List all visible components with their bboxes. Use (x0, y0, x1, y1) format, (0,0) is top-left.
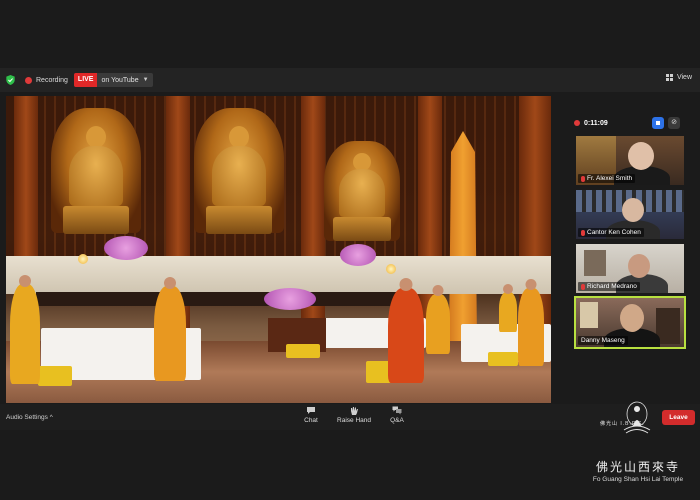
recording-dot-icon (25, 76, 32, 84)
altar-lamp (78, 254, 88, 264)
recording-label: Recording (36, 76, 68, 84)
flower-arrangement (104, 236, 148, 260)
participant-tile[interactable]: Fr. Alexei Smith (576, 136, 684, 185)
participant-name-label: Cantor Ken Cohen (578, 228, 644, 237)
muted-mic-icon (581, 283, 585, 290)
temple-name-english: Fo Guang Shan Hsi Lai Temple (592, 476, 684, 483)
shield-icon[interactable] (6, 75, 15, 85)
qa-button[interactable]: Q&A (377, 406, 417, 424)
monk-figure (10, 275, 40, 384)
monk-figure (518, 279, 544, 366)
participant-tile[interactable]: Cantor Ken Cohen (576, 190, 684, 239)
temple-watermark: 佛光山 I.B.P.S. 佛光山西來寺 Fo Guang Shan Hsi La… (582, 392, 694, 500)
participant-name-label: Danny Maseng (578, 336, 628, 345)
raise-hand-button[interactable]: Raise Hand (334, 406, 374, 424)
kneeling-cushion (286, 344, 320, 358)
main-video-stage[interactable] (6, 96, 551, 403)
recording-dot-icon (574, 120, 580, 126)
meeting-top-bar: Recording LIVE on YouTube ▼ View (0, 68, 700, 92)
kneeling-cushion (38, 366, 72, 386)
participant-tile[interactable]: Richard Medrano (576, 244, 684, 293)
stop-recording-button[interactable] (652, 117, 664, 129)
kneeling-cushion (488, 352, 518, 366)
live-badge: LIVE (73, 73, 98, 87)
altar-lamp (386, 264, 396, 274)
altar-shelf (36, 292, 396, 306)
top-dark-band (0, 0, 700, 68)
hand-icon (351, 407, 358, 415)
temple-logo-icon (623, 401, 651, 434)
muted-mic-icon (581, 175, 585, 182)
elapsed-time: 0:11:09 (584, 119, 608, 127)
active-speaker-tile[interactable]: Danny Maseng (574, 296, 686, 349)
participant-sidebar: 0:11:09 ⊘ Fr. Alexei Smith Cantor Ken Co… (566, 110, 692, 380)
chat-icon (307, 407, 315, 414)
buddha-statue (204, 121, 274, 241)
recording-timer: 0:11:09 ⊘ (574, 116, 692, 130)
hall-pillar (301, 96, 325, 351)
participant-name-label: Richard Medrano (578, 282, 640, 291)
qa-icon (392, 406, 402, 415)
grid-view-icon (665, 74, 673, 81)
view-button[interactable]: View (665, 74, 692, 81)
monk-figure (426, 285, 450, 354)
buddha-statue (331, 151, 393, 246)
mute-recording-button[interactable]: ⊘ (668, 117, 680, 129)
live-destination: on YouTube (101, 76, 139, 84)
monk-figure (154, 277, 186, 381)
flower-arrangement (264, 288, 316, 310)
audio-settings-button[interactable]: Audio Settings ^ (6, 414, 53, 421)
participant-name-label: Fr. Alexei Smith (578, 174, 636, 183)
chevron-up-icon: ^ (49, 414, 53, 421)
chevron-down-icon: ▼ (142, 77, 149, 83)
flower-arrangement (340, 244, 376, 266)
monk-figure (388, 278, 424, 383)
buddha-statue (61, 121, 131, 241)
monk-figure (499, 284, 517, 332)
live-stream-dropdown[interactable]: LIVE on YouTube ▼ (73, 73, 153, 87)
view-label: View (676, 74, 692, 81)
muted-mic-icon (581, 229, 585, 236)
chat-button[interactable]: Chat (291, 406, 331, 424)
logo-caption: 佛光山 I.B.P.S. (600, 421, 645, 427)
temple-name-chinese: 佛光山西來寺 (595, 460, 680, 474)
